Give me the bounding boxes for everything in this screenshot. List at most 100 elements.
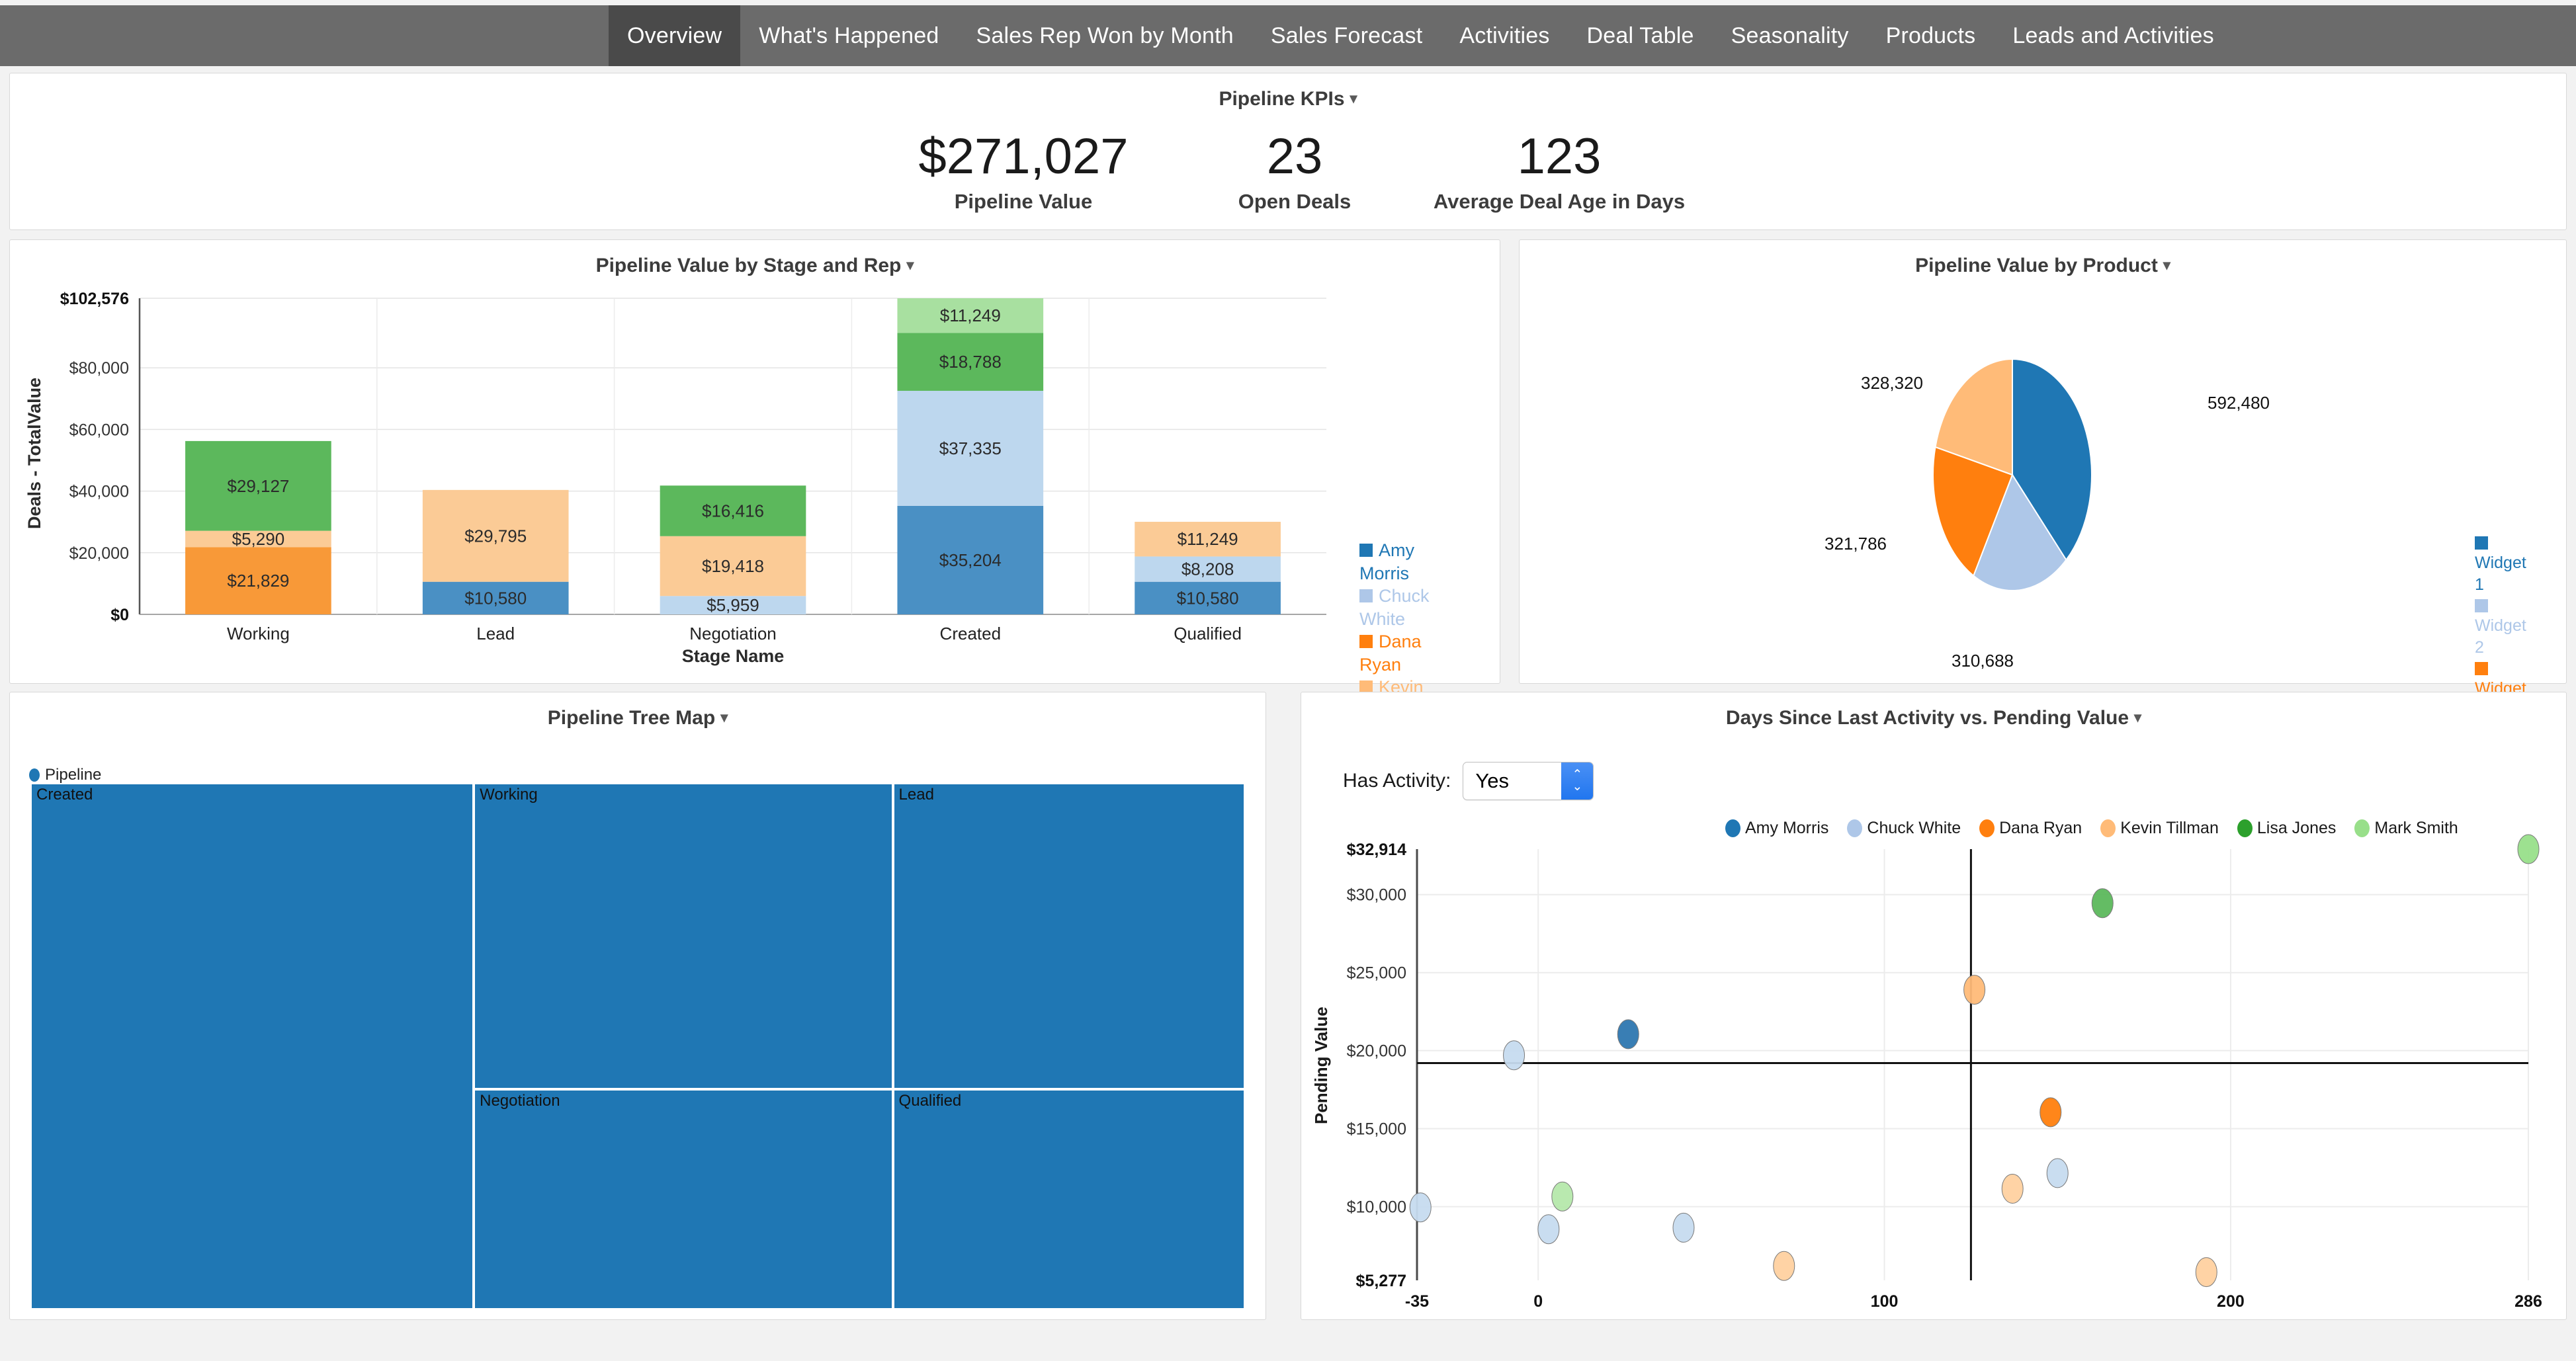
pie-chart-svg[interactable]: 592,480310,688321,786328,320	[1520, 240, 2567, 684]
chevron-down-icon[interactable]: ▾	[1350, 90, 1357, 106]
legend-swatch-icon	[2475, 662, 2488, 675]
tree-map-canvas[interactable]: Created Working Lead Negotiation Qualified	[30, 783, 1245, 1309]
scatter-point[interactable]	[1673, 1213, 1694, 1242]
tab-seasonality[interactable]: Seasonality	[1713, 5, 1868, 66]
kpi-open-deals-label: Open Deals	[1182, 190, 1407, 214]
tab-label: Sales Rep Won by Month	[976, 23, 1234, 49]
bar-y-tick: $40,000	[69, 483, 129, 501]
tab-deal-table[interactable]: Deal Table	[1568, 5, 1713, 66]
bar-segment-label: $11,249	[940, 306, 1001, 325]
pipeline-legend-dot-icon	[29, 768, 40, 782]
scatter-x-tick: -35	[1405, 1292, 1429, 1311]
pie-legend-item[interactable]: Widget 1	[2475, 536, 2528, 595]
bar-y-tick: $102,576	[60, 290, 129, 308]
tab-label: Products	[1886, 23, 1976, 49]
tab-sales-forecast[interactable]: Sales Forecast	[1252, 5, 1441, 66]
bar-category-label: Working	[227, 624, 290, 643]
tab-overview[interactable]: Overview	[609, 5, 740, 66]
bar-y-tick: $80,000	[69, 359, 129, 378]
tab-what-s-happened[interactable]: What's Happened	[740, 5, 957, 66]
scatter-y-tick: $25,000	[1347, 964, 1406, 983]
kpi-open-deals-number: 23	[1182, 130, 1407, 183]
tree-map-title-text: Pipeline Tree Map	[548, 707, 715, 729]
scatter-y-tick: $5,277	[1356, 1272, 1406, 1290]
kpi-pipeline-value: $271,027 Pipeline Value	[865, 130, 1182, 214]
scatter-x-tick: 100	[1871, 1292, 1899, 1311]
bar-chart-svg[interactable]: $0$20,000$40,000$60,000$80,000$102,576$2…	[10, 240, 1501, 684]
bar-segment-label: $35,204	[939, 550, 1002, 570]
bar-segment-label: $16,416	[702, 501, 764, 520]
bar-category-label: Negotiation	[689, 624, 777, 643]
tree-map-legend: Pipeline	[29, 766, 101, 784]
scatter-x-tick: 0	[1533, 1292, 1543, 1311]
bar-legend-item[interactable]: Dana Ryan	[1359, 630, 1459, 676]
tab-label: Leads and Activities	[2012, 23, 2214, 49]
bar-segment-label: $8,208	[1181, 559, 1234, 579]
bar-segment-label: $11,249	[1178, 529, 1238, 549]
scatter-point[interactable]	[1504, 1041, 1525, 1070]
tree-map-cell[interactable]: Working	[474, 783, 892, 1089]
scatter-point[interactable]	[2518, 835, 2539, 864]
kpi-pipeline-value-label: Pipeline Value	[865, 190, 1182, 214]
scatter-point[interactable]	[1964, 975, 1985, 1005]
tab-label: Sales Forecast	[1271, 23, 1423, 49]
tree-map-cell[interactable]: Created	[30, 783, 474, 1309]
tab-activities[interactable]: Activities	[1441, 5, 1568, 66]
scatter-point[interactable]	[2040, 1098, 2061, 1127]
scatter-point[interactable]	[1538, 1215, 1559, 1244]
bar-y-tick: $0	[110, 606, 129, 624]
pie-legend-label: Widget 2	[2475, 615, 2528, 658]
legend-swatch-icon	[2475, 536, 2488, 550]
bar-segment-label: $5,290	[232, 529, 285, 549]
scatter-point[interactable]	[1617, 1020, 1639, 1049]
scatter-chart-svg[interactable]: $5,277$10,000$15,000$20,000$25,000$30,00…	[1301, 692, 2567, 1320]
bar-segment-label: $5,959	[707, 595, 759, 615]
bar-segment-label: $18,788	[939, 352, 1002, 372]
main-tab-bar: OverviewWhat's Happened Sales Rep Won by …	[0, 5, 2576, 66]
scatter-point[interactable]	[2092, 889, 2113, 918]
bar-segment-label: $29,127	[227, 476, 289, 496]
bar-y-tick: $60,000	[69, 421, 129, 439]
kpi-row: $271,027 Pipeline Value 23 Open Deals 12…	[10, 130, 2566, 214]
tree-map-cell[interactable]: Qualified	[893, 1089, 1245, 1309]
tree-map-cell-label: Negotiation	[480, 1092, 560, 1110]
bar-legend-item[interactable]: Amy Morris	[1359, 539, 1459, 585]
scatter-y-tick: $32,914	[1347, 841, 1406, 859]
legend-swatch-icon	[1359, 544, 1373, 557]
tab-sales-rep-won-by-month[interactable]: Sales Rep Won by Month	[958, 5, 1252, 66]
pipeline-kpis-title[interactable]: Pipeline KPIs▾	[10, 73, 2566, 110]
kpi-pipeline-value-number: $271,027	[865, 130, 1182, 183]
bar-segment-label: $10,580	[464, 588, 527, 608]
scatter-point[interactable]	[1410, 1193, 1431, 1222]
scatter-point[interactable]	[2196, 1258, 2217, 1287]
scatter-point[interactable]	[2002, 1174, 2023, 1203]
tree-map-cell-label: Working	[480, 786, 538, 804]
pie-slice-label: 328,320	[1861, 373, 1923, 393]
legend-swatch-icon	[2475, 599, 2488, 612]
chevron-down-icon[interactable]: ▾	[720, 709, 728, 725]
tree-map-title[interactable]: Pipeline Tree Map ▾	[10, 692, 1266, 729]
legend-swatch-icon	[1359, 635, 1373, 648]
tree-map-cell-label: Lead	[899, 786, 934, 804]
bar-segment-label: $21,829	[227, 571, 289, 591]
kpi-average-deal-age: 123 Average Deal Age in Days	[1407, 130, 1711, 214]
scatter-y-tick: $15,000	[1347, 1120, 1406, 1139]
pipeline-value-by-product-panel: Pipeline Value by Product▾ 592,480310,68…	[1519, 239, 2567, 684]
scatter-y-tick: $20,000	[1347, 1042, 1406, 1061]
tree-map-cell[interactable]: Negotiation	[474, 1089, 892, 1309]
tab-products[interactable]: Products	[1868, 5, 1995, 66]
pie-legend-item[interactable]: Widget 2	[2475, 599, 2528, 658]
bar-legend-item[interactable]: Chuck White	[1359, 585, 1459, 630]
scatter-point[interactable]	[2047, 1159, 2068, 1188]
tab-leads-and-activities[interactable]: Leads and Activities	[1994, 5, 2233, 66]
bar-y-axis-title: Deals - TotalValue	[24, 378, 44, 529]
bar-category-label: Lead	[476, 624, 515, 643]
scatter-point[interactable]	[1774, 1251, 1795, 1280]
bar-segment-label: $29,795	[464, 526, 527, 546]
tree-map-legend-label: Pipeline	[45, 766, 101, 784]
scatter-x-tick: 286	[2514, 1292, 2542, 1311]
bar-segment-label: $19,418	[702, 556, 764, 576]
tree-map-cell-label: Qualified	[899, 1092, 962, 1110]
tree-map-cell[interactable]: Lead	[893, 783, 1245, 1089]
scatter-point[interactable]	[1552, 1182, 1573, 1211]
